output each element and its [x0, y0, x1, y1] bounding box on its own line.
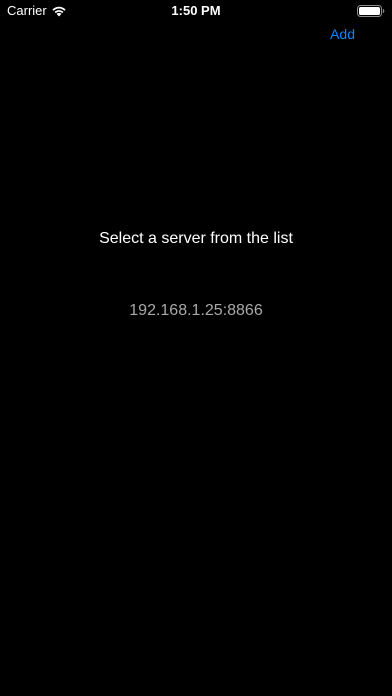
server-list-item[interactable]: 192.168.1.25:8866 — [0, 302, 392, 320]
main-content: Select a server from the list 192.168.1.… — [0, 0, 392, 696]
select-server-prompt: Select a server from the list — [99, 230, 293, 247]
